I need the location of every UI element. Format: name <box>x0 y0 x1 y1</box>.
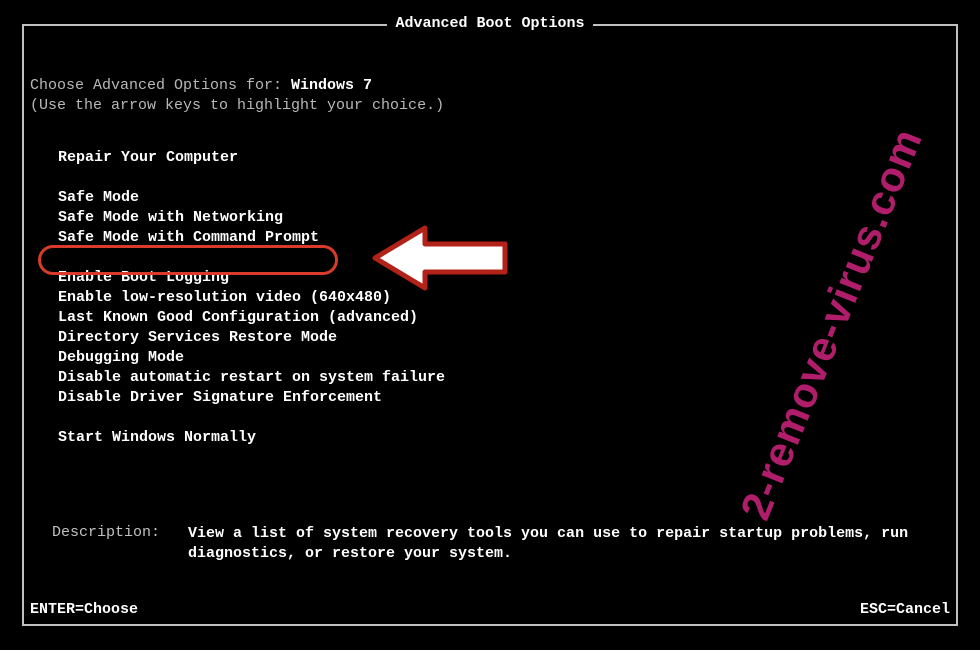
window-title: Advanced Boot Options <box>387 15 592 32</box>
content-area: Choose Advanced Options for: Windows 7 (… <box>30 76 950 448</box>
intro-os: Windows 7 <box>291 77 372 94</box>
boot-option[interactable]: Safe Mode with Command Prompt <box>58 228 950 248</box>
description-text: View a list of system recovery tools you… <box>188 524 936 564</box>
boot-option[interactable]: Safe Mode with Networking <box>58 208 950 228</box>
boot-options-list[interactable]: Repair Your ComputerSafe ModeSafe Mode w… <box>58 148 950 448</box>
boot-option[interactable]: Disable automatic restart on system fail… <box>58 368 950 388</box>
intro-hint: (Use the arrow keys to highlight your ch… <box>30 96 950 116</box>
title-bar: Advanced Boot Options <box>24 15 956 32</box>
boot-option[interactable]: Safe Mode <box>58 188 950 208</box>
footer-esc: ESC=Cancel <box>860 601 950 618</box>
boot-option[interactable]: Last Known Good Configuration (advanced) <box>58 308 950 328</box>
footer-enter: ENTER=Choose <box>30 601 138 618</box>
boot-option[interactable]: Enable low-resolution video (640x480) <box>58 288 950 308</box>
boot-options-frame: Advanced Boot Options Choose Advanced Op… <box>22 24 958 626</box>
footer-bar: ENTER=Choose ESC=Cancel <box>30 601 950 618</box>
intro-prefix: Choose Advanced Options for: <box>30 77 291 94</box>
boot-option[interactable]: Enable Boot Logging <box>58 268 950 288</box>
boot-option[interactable]: Disable Driver Signature Enforcement <box>58 388 950 408</box>
intro-line: Choose Advanced Options for: Windows 7 <box>30 76 950 96</box>
boot-option[interactable]: Debugging Mode <box>58 348 950 368</box>
description-label: Description: <box>52 524 188 564</box>
boot-option[interactable]: Repair Your Computer <box>58 148 950 168</box>
boot-option[interactable]: Start Windows Normally <box>58 428 950 448</box>
boot-option[interactable]: Directory Services Restore Mode <box>58 328 950 348</box>
description-block: Description: View a list of system recov… <box>52 524 936 564</box>
